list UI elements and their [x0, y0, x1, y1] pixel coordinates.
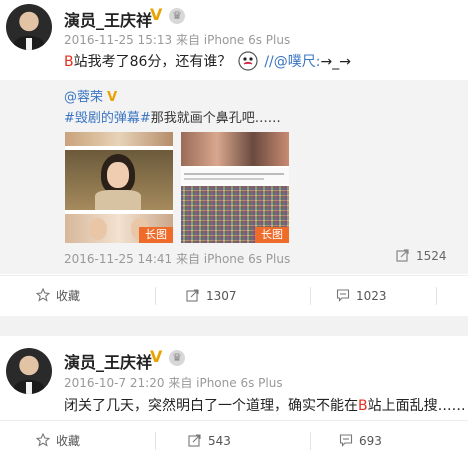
share-icon	[188, 434, 201, 447]
quoted-share-value: 1524	[416, 249, 447, 263]
weibo-post: 演员_王庆祥 V ♛ 2016-10-7 21:20 来自 iPhone 6s …	[0, 336, 468, 459]
post-text-red: B	[64, 54, 74, 70]
quoted-author-name[interactable]: @蓉荣	[64, 90, 103, 105]
post-text: 闭关了几天，突然明白了一个道理，确实不能在B站上面乱搜……	[64, 395, 466, 415]
author-avatar[interactable]	[6, 348, 52, 394]
favorite-button[interactable]: 收藏	[36, 421, 80, 459]
post-action-bar: 收藏 1307 1023	[0, 275, 468, 315]
action-divider	[155, 287, 156, 305]
share-count: 543	[208, 434, 231, 448]
long-image-tag: 长图	[255, 227, 289, 243]
feed-separator	[0, 316, 468, 336]
quoted-author[interactable]: @蓉荣 V	[64, 86, 117, 105]
star-icon	[36, 433, 50, 447]
comment-icon	[336, 289, 350, 302]
verified-v-icon: V	[150, 347, 163, 366]
comment-icon	[339, 434, 353, 447]
verified-v-icon: V	[107, 90, 118, 105]
action-divider	[155, 432, 156, 450]
share-icon	[186, 289, 199, 302]
vip-crown-icon: ♛	[169, 350, 185, 366]
post-text-tail: →_→	[320, 54, 351, 70]
post-text-red: B	[358, 398, 368, 414]
action-divider	[436, 287, 437, 305]
emoji-icon	[238, 51, 258, 71]
author-name[interactable]: 演员_王庆祥	[64, 349, 152, 373]
share-count: 1307	[206, 289, 237, 303]
comment-button[interactable]: 693	[339, 421, 382, 459]
quoted-text-body: 那我就画个鼻孔吧……	[150, 111, 281, 126]
author-avatar[interactable]	[6, 4, 52, 50]
vip-crown-icon: ♛	[169, 8, 185, 24]
quoted-text: #毁剧的弹幕#那我就画个鼻孔吧……	[64, 107, 281, 126]
comment-count: 693	[359, 434, 382, 448]
repost-user-link[interactable]: //@噗尺:	[264, 54, 320, 70]
favorite-label: 收藏	[56, 434, 81, 448]
hashtag-link[interactable]: #毁剧的弹幕#	[64, 111, 151, 126]
post-text: B站我考了86分，还有谁？ //@噗尺:→_→	[64, 51, 351, 71]
comment-count: 1023	[356, 289, 387, 303]
action-divider	[310, 287, 311, 305]
share-button[interactable]: 1307	[186, 276, 237, 316]
post-text-after: 站上面乱搜……	[367, 398, 466, 414]
share-button[interactable]: 543	[188, 421, 231, 459]
share-icon	[396, 249, 409, 262]
comment-button[interactable]: 1023	[336, 276, 387, 316]
action-divider	[310, 432, 311, 450]
post-meta: 2016-10-7 21:20 来自 iPhone 6s Plus	[64, 376, 283, 390]
star-icon	[36, 288, 50, 302]
quoted-image-2[interactable]: 长图	[181, 132, 289, 243]
post-meta: 2016-11-25 15:13 来自 iPhone 6s Plus	[64, 33, 291, 47]
author-name[interactable]: 演员_王庆祥	[64, 7, 152, 31]
post-action-bar: 收藏 543 693	[0, 420, 468, 459]
weibo-post: 演员_王庆祥 V ♛ 2016-11-25 15:13 来自 iPhone 6s…	[0, 0, 468, 316]
verified-v-icon: V	[150, 5, 163, 24]
quoted-post[interactable]: @蓉荣 V #毁剧的弹幕#那我就画个鼻孔吧…… 长图 长图 2016-11-25…	[0, 80, 468, 274]
quoted-meta: 2016-11-25 14:41 来自 iPhone 6s Plus	[64, 252, 291, 266]
quoted-image-1[interactable]: 长图	[65, 132, 173, 243]
favorite-button[interactable]: 收藏	[36, 276, 80, 316]
post-text-main: 站我考了86分，还有谁？	[73, 54, 232, 70]
favorite-label: 收藏	[56, 289, 81, 303]
quoted-share-count[interactable]: 1524	[396, 248, 447, 263]
post-text-before: 闭关了几天，突然明白了一个道理，确实不能在	[64, 398, 358, 414]
long-image-tag: 长图	[139, 227, 173, 243]
